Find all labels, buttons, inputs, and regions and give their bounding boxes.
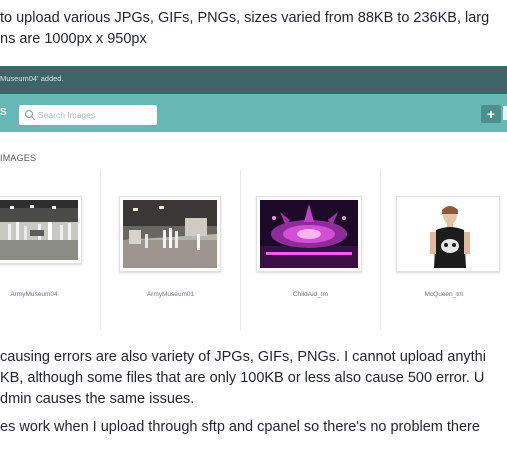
images-toolbar: S +: [0, 94, 507, 132]
add-image-button[interactable]: +: [481, 105, 501, 123]
image-thumbnail[interactable]: [396, 196, 500, 272]
image-caption: ArmyMuseum04: [10, 291, 58, 298]
text-line: dmin causes the same issues.: [0, 391, 195, 407]
section-title: IMAGES: [0, 153, 37, 163]
text-line: to upload various JPGs, GIFs, PNGs, size…: [0, 10, 490, 26]
image-tile[interactable]: ArmyMuseum04: [0, 170, 100, 330]
text-line: es work when I upload through sftp and c…: [0, 419, 480, 435]
image-tile[interactable]: ArmyMuseum01: [101, 170, 240, 330]
text-line: KB, although some files that are only 10…: [0, 370, 485, 386]
notice-text: Museum04' added.: [0, 74, 64, 83]
image-thumbnail[interactable]: [0, 196, 82, 264]
museum-gallery-image: [0, 200, 78, 260]
text-line: ns are 1000px x 950px: [0, 31, 147, 47]
image-tile[interactable]: ChildAid_tm: [241, 170, 380, 330]
image-caption: ArmyMuseum01: [146, 291, 195, 298]
image-caption: McQueen_tm: [424, 291, 464, 298]
fashion-model-image: [400, 200, 496, 268]
image-tile[interactable]: McQueen_tm: [381, 170, 507, 330]
notice-bar: Museum04' added.: [0, 66, 507, 94]
embedded-screenshot: Museum04' added. S + IMAGES: [0, 66, 507, 334]
image-grid: ArmyMuseum04 ArmyMuseum01 ChildAid_tm Mc…: [0, 170, 507, 330]
toolbar-title-fragment: S: [0, 107, 7, 118]
image-caption: ChildAid_tm: [292, 291, 329, 298]
search-images-input[interactable]: [38, 108, 153, 122]
question-paragraph-bottom: causing errors are also variety of JPGs,…: [0, 347, 486, 410]
search-icon: [24, 109, 36, 121]
question-paragraph-last: es work when I upload through sftp and c…: [0, 417, 480, 438]
image-thumbnail[interactable]: [119, 196, 221, 272]
image-thumbnail[interactable]: [256, 196, 362, 272]
toolbar-overflow: [503, 106, 507, 120]
search-box[interactable]: [19, 105, 157, 125]
text-line: causing errors are also variety of JPGs,…: [0, 349, 486, 365]
stage-lights-image: [260, 200, 358, 268]
museum-hall-image: [123, 200, 217, 268]
question-paragraph-top: to upload various JPGs, GIFs, PNGs, size…: [0, 8, 489, 50]
